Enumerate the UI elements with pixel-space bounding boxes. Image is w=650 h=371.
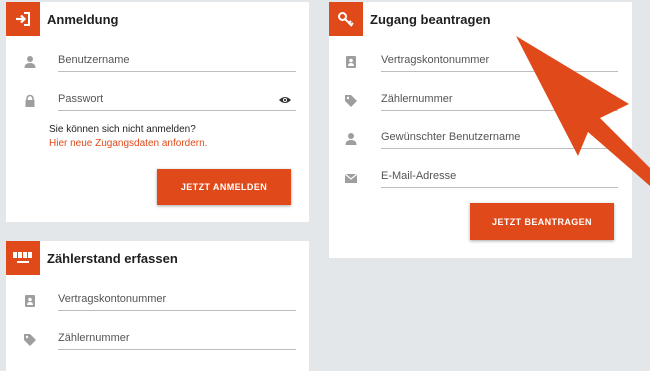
request-access-header: Zugang beantragen [329,2,632,36]
contact-card-icon [343,54,359,70]
mail-icon [343,170,359,186]
meter-counter-icon [6,241,40,275]
meter-number-input[interactable] [58,326,296,350]
key-icon [329,2,363,36]
login-help-text: Sie können sich nicht anmelden? [49,124,196,135]
request-meter-input[interactable] [381,87,618,111]
login-arrow-icon [6,2,40,36]
request-access-title: Zugang beantragen [370,12,491,27]
username-field [22,48,296,78]
password-field [22,87,296,117]
request-submit-button[interactable]: JETZT BEANTRAGEN [470,203,614,240]
tag-icon [343,93,359,109]
contact-card-icon [22,293,38,309]
meter-number-field [22,326,296,356]
desired-username-field [343,125,618,155]
meter-contract-field [22,287,296,317]
email-input[interactable] [381,164,618,188]
meter-reading-title: Zählerstand erfassen [47,251,178,266]
request-contract-field [343,48,618,78]
login-card: Anmeldung Sie können sich nicht anmelden… [6,2,309,222]
request-credentials-link[interactable]: Hier neue Zugangsdaten anfordern. [49,138,207,149]
meter-contract-input[interactable] [58,287,296,311]
request-meter-field [343,87,618,117]
login-card-header: Anmeldung [6,2,309,36]
user-icon [22,54,38,70]
eye-icon[interactable] [278,93,292,105]
password-input[interactable] [58,87,296,111]
user-icon [343,131,359,147]
login-submit-button[interactable]: JETZT ANMELDEN [157,169,291,205]
username-input[interactable] [58,48,296,72]
request-contract-input[interactable] [381,48,618,72]
meter-reading-header: Zählerstand erfassen [6,241,309,275]
request-access-card: Zugang beantragen JETZT BEANTRAGEN [329,2,632,258]
desired-username-input[interactable] [381,125,618,149]
email-field [343,164,618,194]
lock-icon [22,93,38,109]
meter-reading-card: Zählerstand erfassen [6,241,309,371]
tag-icon [22,332,38,348]
login-title: Anmeldung [47,12,119,27]
